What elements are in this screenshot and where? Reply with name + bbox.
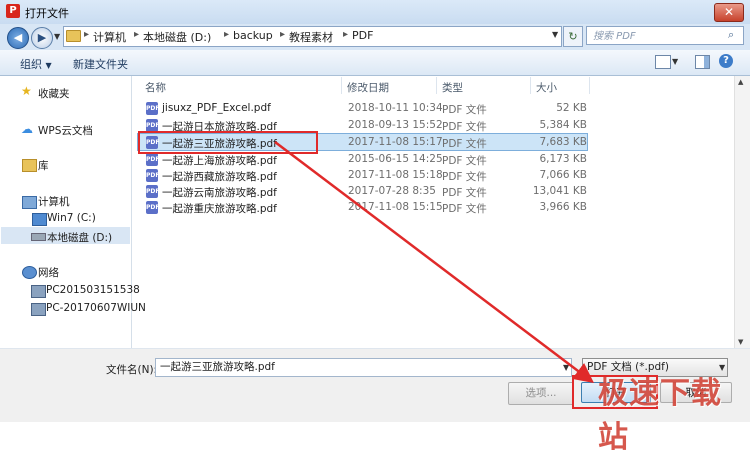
site-watermark: 极速下载站 bbox=[598, 376, 722, 455]
annotation-arrow bbox=[274, 141, 594, 384]
